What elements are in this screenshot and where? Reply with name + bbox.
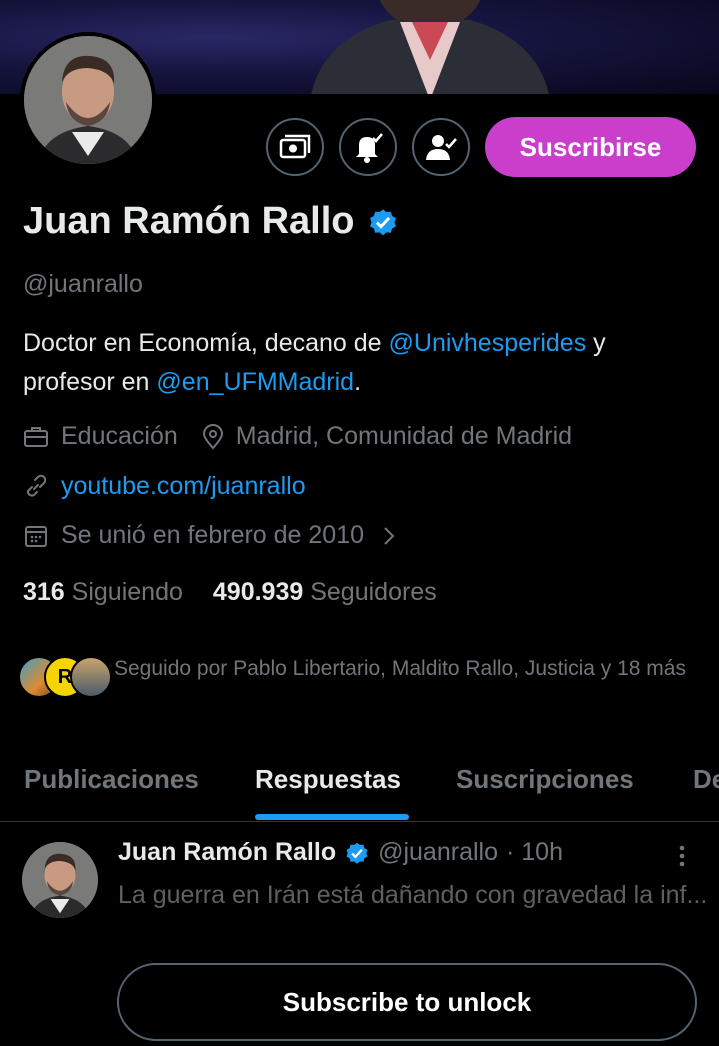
profile-bio: Doctor en Economía, decano de @Univhespe… bbox=[23, 324, 703, 402]
banner-person-image bbox=[311, 0, 549, 94]
following-count: 316 bbox=[23, 578, 65, 606]
tab-destacados[interactable]: De bbox=[693, 764, 719, 795]
followed-by-avatars[interactable]: R bbox=[18, 656, 112, 698]
tab-respuestas[interactable]: Respuestas bbox=[255, 764, 401, 795]
active-tab-indicator bbox=[255, 814, 409, 820]
profile-avatar[interactable] bbox=[20, 32, 156, 168]
following-button[interactable] bbox=[412, 118, 470, 176]
bio-text: Doctor en Economía, decano de bbox=[23, 329, 389, 357]
followers-label: Seguidores bbox=[310, 578, 437, 606]
link-icon bbox=[26, 474, 47, 497]
bio-mention-link[interactable]: @Univhesperides bbox=[389, 329, 587, 357]
tab-suscripciones[interactable]: Suscripciones bbox=[456, 764, 634, 795]
bio-mention-link[interactable]: @en_UFMMadrid bbox=[156, 368, 354, 396]
subscription-gift-button[interactable] bbox=[266, 118, 324, 176]
location-item: Madrid, Comunidad de Madrid bbox=[202, 422, 572, 451]
post-text: La guerra en Irán está dañando con grave… bbox=[118, 881, 708, 909]
profile-name-text: Juan Ramón Rallo bbox=[23, 200, 355, 242]
location-text: Madrid, Comunidad de Madrid bbox=[235, 422, 573, 450]
category-item: Educación bbox=[23, 422, 178, 451]
following-label: Siguiendo bbox=[71, 578, 183, 606]
post-header: Juan Ramón Rallo @juanrallo · 10h bbox=[118, 838, 563, 867]
subscribe-button[interactable]: Suscribirse bbox=[485, 117, 696, 177]
joined-text: Se unió en febrero de 2010 bbox=[61, 521, 365, 549]
tab-publicaciones[interactable]: Publicaciones bbox=[24, 764, 199, 795]
location-pin-icon bbox=[202, 423, 223, 449]
post-time: · 10h bbox=[505, 838, 563, 866]
post-author-name[interactable]: Juan Ramón Rallo bbox=[118, 838, 336, 867]
money-icon bbox=[279, 134, 311, 159]
avatar-photo bbox=[24, 36, 152, 164]
user-check-icon bbox=[426, 135, 457, 160]
avatar-photo bbox=[22, 842, 98, 918]
bio-text: . bbox=[354, 368, 362, 396]
category-text: Educación bbox=[61, 422, 178, 450]
post-author-handle[interactable]: @juanrallo bbox=[378, 838, 498, 867]
post-author-avatar[interactable] bbox=[22, 842, 98, 918]
calendar-icon bbox=[25, 525, 47, 547]
profile-tabs: Publicaciones Respuestas Suscripciones D… bbox=[0, 752, 719, 822]
profile-name: Juan Ramón Rallo bbox=[23, 200, 399, 243]
chevron-right-icon[interactable] bbox=[382, 525, 396, 547]
profile-meta-row: Educación Madrid, Comunidad de Madrid bbox=[23, 422, 572, 451]
follower-avatar bbox=[70, 656, 112, 698]
verified-badge-icon bbox=[346, 842, 368, 864]
more-options-icon[interactable] bbox=[672, 842, 692, 870]
website-row[interactable]: youtube.com/juanrallo bbox=[23, 472, 306, 501]
notifications-button[interactable] bbox=[339, 118, 397, 176]
subscribe-to-unlock-button[interactable]: Subscribe to unlock bbox=[117, 963, 697, 1041]
verified-badge-icon[interactable] bbox=[367, 206, 399, 238]
followers-count: 490.939 bbox=[212, 578, 304, 606]
website-link[interactable]: youtube.com/juanrallo bbox=[61, 472, 306, 501]
follow-stats: 316 Siguiendo 490.939 Seguidores bbox=[23, 578, 437, 607]
joined-row[interactable]: Se unió en febrero de 2010 bbox=[23, 521, 408, 550]
briefcase-icon bbox=[24, 426, 48, 447]
followed-by-text[interactable]: Seguido por Pablo Libertario, Maldito Ra… bbox=[114, 652, 704, 685]
following-stat[interactable]: 316 Siguiendo bbox=[23, 578, 183, 607]
followers-stat[interactable]: 490.939 Seguidores bbox=[213, 578, 437, 607]
bell-check-icon bbox=[356, 133, 383, 163]
profile-handle: @juanrallo bbox=[23, 270, 143, 298]
